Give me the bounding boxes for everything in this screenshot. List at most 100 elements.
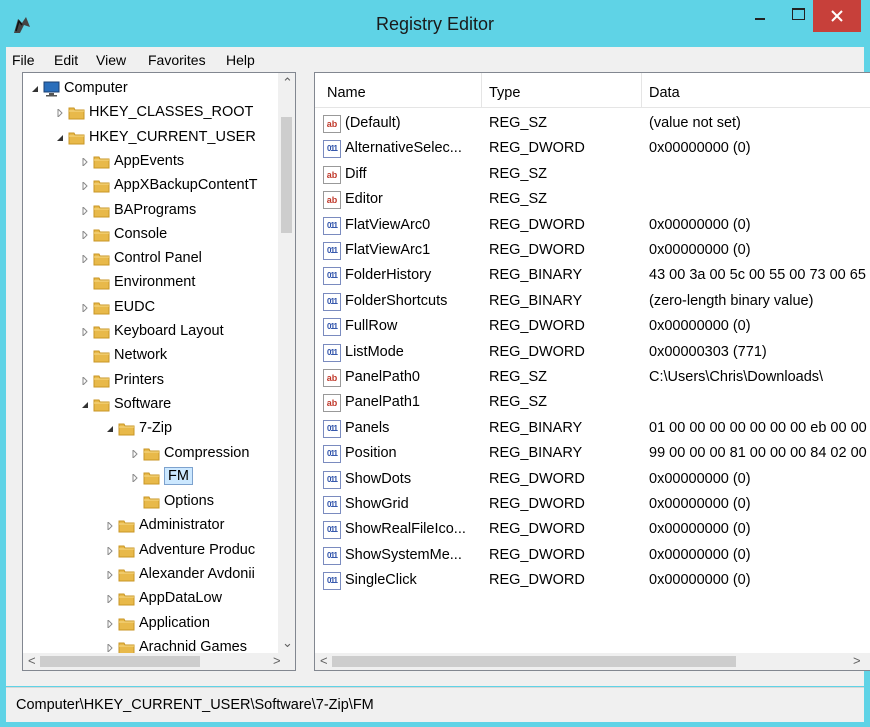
menu-edit[interactable]: Edit: [54, 52, 78, 68]
title-bar[interactable]: Registry Editor: [0, 0, 870, 52]
column-divider[interactable]: [481, 73, 482, 107]
value-name: Panels: [345, 419, 390, 436]
maximize-button[interactable]: [784, 0, 812, 30]
scroll-left-icon[interactable]: <: [28, 653, 36, 668]
tree-node[interactable]: Compression: [23, 442, 278, 466]
expand-arrow-icon[interactable]: [81, 303, 89, 312]
tree-node[interactable]: Administrator: [23, 514, 278, 538]
expand-arrow-icon[interactable]: [56, 109, 64, 118]
scroll-up-icon[interactable]: ⌃: [282, 75, 293, 91]
tree-node[interactable]: HKEY_CURRENT_USER: [23, 126, 278, 150]
value-data: 0x00000000 (0): [649, 521, 751, 538]
tree-scroll-thumb[interactable]: [281, 117, 292, 233]
value-row[interactable]: ab PanelPath1 REG_SZ: [315, 390, 870, 415]
value-row[interactable]: 011 ShowSystemMe... REG_DWORD 0x00000000 (0…: [315, 543, 870, 568]
minimize-button[interactable]: [746, 0, 774, 30]
expand-arrow-icon[interactable]: [106, 595, 114, 604]
tree-node[interactable]: Options: [23, 490, 278, 514]
value-row[interactable]: ab Diff REG_SZ: [315, 162, 870, 187]
value-row[interactable]: 011 ShowGrid REG_DWORD 0x00000000 (0): [315, 492, 870, 517]
collapse-arrow-icon[interactable]: [106, 425, 114, 433]
value-data: 0x00000000 (0): [649, 470, 751, 487]
tree-node[interactable]: HKEY_CLASSES_ROOT: [23, 101, 278, 125]
list-hscroll-thumb[interactable]: [332, 656, 736, 667]
tree-node[interactable]: Control Panel: [23, 247, 278, 271]
scroll-down-icon[interactable]: ⌄: [282, 635, 293, 651]
value-row[interactable]: 011 FullRow REG_DWORD 0x00000000 (0): [315, 314, 870, 339]
expand-arrow-icon[interactable]: [106, 522, 114, 531]
tree-node[interactable]: Computer: [23, 77, 278, 101]
tree-node[interactable]: AppXBackupContentT: [23, 174, 278, 198]
expand-arrow-icon[interactable]: [81, 157, 89, 166]
value-row[interactable]: 011 FlatViewArc0 REG_DWORD 0x00000000 (0): [315, 213, 870, 238]
expand-arrow-icon[interactable]: [81, 230, 89, 239]
registry-editor-window: Registry Editor File Edit View Favorites…: [0, 0, 870, 727]
expand-arrow-icon[interactable]: [106, 546, 114, 555]
value-row[interactable]: 011 FlatViewArc1 REG_DWORD 0x00000000 (0): [315, 238, 870, 263]
menu-view[interactable]: View: [96, 52, 126, 68]
value-row[interactable]: ab PanelPath0 REG_SZ C:\Users\Chris\Downloa…: [315, 365, 870, 390]
string-value-icon: ab: [323, 369, 341, 387]
expand-arrow-icon[interactable]: [81, 182, 89, 191]
tree-node[interactable]: EUDC: [23, 296, 278, 320]
value-type: REG_SZ: [489, 191, 548, 208]
value-row[interactable]: 011 FolderShortcuts REG_BINARY (zero-length…: [315, 289, 870, 314]
collapse-arrow-icon[interactable]: [81, 401, 89, 409]
tree-node[interactable]: FM: [23, 466, 278, 490]
list-horizontal-scrollbar[interactable]: < >: [315, 653, 870, 670]
column-divider[interactable]: [641, 73, 642, 107]
key-tree-pane[interactable]: Computer HKEY_CLASSES_ROOT HKEY_CURRENT_US…: [22, 72, 296, 671]
expand-arrow-icon[interactable]: [81, 255, 89, 264]
tree-node[interactable]: Alexander Avdonii: [23, 563, 278, 587]
tree-node[interactable]: Environment: [23, 271, 278, 295]
tree-node[interactable]: Application: [23, 612, 278, 636]
value-row[interactable]: ab (Default) REG_SZ (value not set): [315, 111, 870, 136]
column-header-name[interactable]: Name: [327, 85, 366, 101]
expand-arrow-icon[interactable]: [81, 376, 89, 385]
tree-horizontal-scrollbar[interactable]: < >: [23, 653, 295, 670]
expand-arrow-icon[interactable]: [106, 571, 114, 579]
tree-node[interactable]: Keyboard Layout: [23, 320, 278, 344]
expand-arrow-icon[interactable]: [106, 643, 114, 652]
value-row[interactable]: 011 ListMode REG_DWORD 0x00000303 (771): [315, 340, 870, 365]
tree-node[interactable]: Network: [23, 344, 278, 368]
folder-icon: [118, 543, 135, 559]
tree-hscroll-thumb[interactable]: [40, 656, 200, 667]
values-list-pane[interactable]: Name Type Data ab (Default) REG_SZ (value n…: [314, 72, 870, 671]
tree-node[interactable]: AppEvents: [23, 150, 278, 174]
value-row[interactable]: 011 SingleClick REG_DWORD 0x00000000 (0): [315, 568, 870, 593]
value-row[interactable]: 011 FolderHistory REG_BINARY 43 00 3a 00 5c…: [315, 263, 870, 288]
close-button[interactable]: [813, 0, 861, 32]
tree-node[interactable]: Software: [23, 393, 278, 417]
collapse-arrow-icon[interactable]: [56, 134, 64, 142]
tree-node[interactable]: 7-Zip: [23, 417, 278, 441]
scroll-right-icon[interactable]: >: [273, 653, 281, 668]
tree-vertical-scrollbar[interactable]: ⌃ ⌄: [278, 73, 295, 653]
value-row[interactable]: 011 AlternativeSelec... REG_DWORD 0x0000000…: [315, 136, 870, 161]
tree-node[interactable]: BAPrograms: [23, 199, 278, 223]
collapse-arrow-icon[interactable]: [31, 85, 39, 93]
expand-arrow-icon[interactable]: [81, 206, 89, 215]
scroll-right-icon[interactable]: >: [853, 653, 861, 668]
value-row[interactable]: 011 ShowRealFileIco... REG_DWORD 0x00000000…: [315, 517, 870, 542]
value-row[interactable]: 011 Position REG_BINARY 99 00 00 00 81 00 0…: [315, 441, 870, 466]
value-row[interactable]: 011 Panels REG_BINARY 01 00 00 00 00 00 00 …: [315, 416, 870, 441]
value-type: REG_DWORD: [489, 521, 585, 538]
menu-favorites[interactable]: Favorites: [148, 52, 206, 68]
scroll-left-icon[interactable]: <: [320, 653, 328, 668]
value-type: REG_DWORD: [489, 140, 585, 157]
value-row[interactable]: 011 ShowDots REG_DWORD 0x00000000 (0): [315, 467, 870, 492]
column-header-type[interactable]: Type: [489, 85, 520, 101]
expand-arrow-icon[interactable]: [106, 619, 114, 628]
expand-arrow-icon[interactable]: [131, 473, 139, 482]
tree-node[interactable]: AppDataLow: [23, 587, 278, 611]
expand-arrow-icon[interactable]: [81, 328, 89, 336]
menu-file[interactable]: File: [12, 52, 35, 68]
tree-node[interactable]: Adventure Produc: [23, 539, 278, 563]
value-row[interactable]: ab Editor REG_SZ: [315, 187, 870, 212]
tree-node[interactable]: Console: [23, 223, 278, 247]
tree-node[interactable]: Printers: [23, 369, 278, 393]
menu-help[interactable]: Help: [226, 52, 255, 68]
column-header-data[interactable]: Data: [649, 85, 680, 101]
expand-arrow-icon[interactable]: [131, 449, 139, 458]
